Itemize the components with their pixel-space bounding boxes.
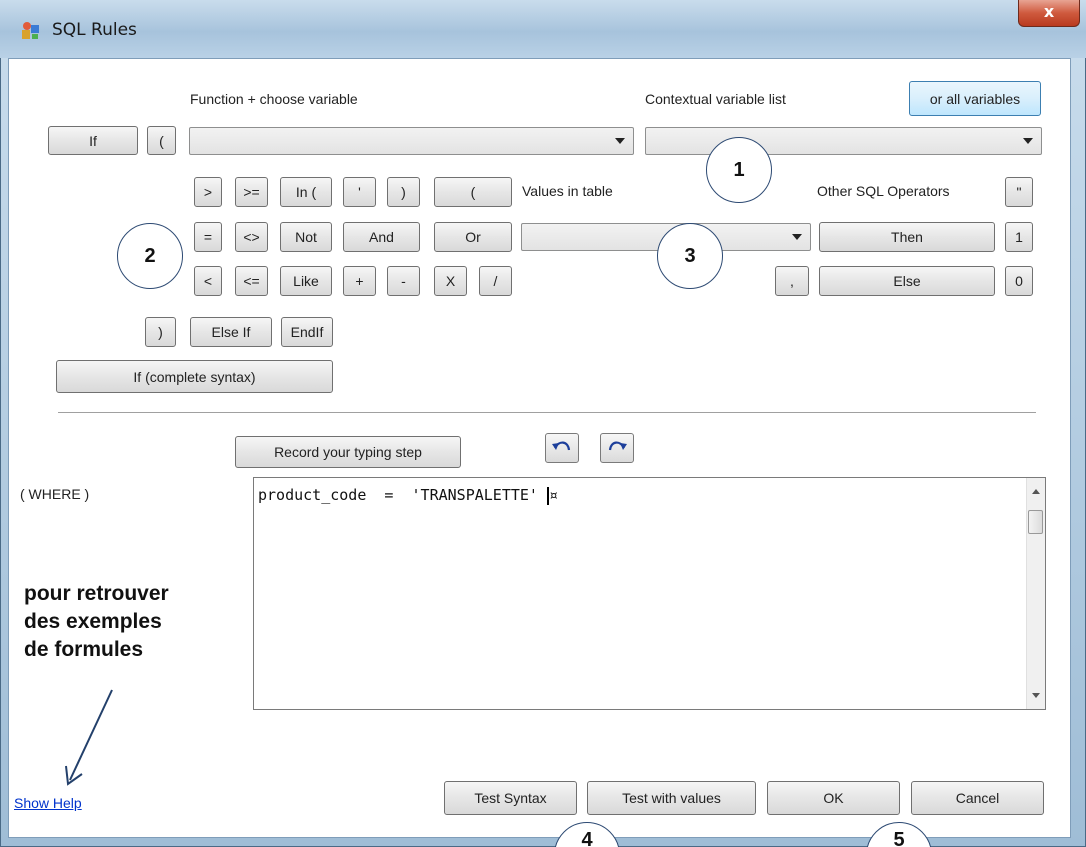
help-arrow <box>65 689 113 786</box>
callout-2: 2 <box>117 223 183 289</box>
test-syntax-button[interactable]: Test Syntax <box>444 781 577 815</box>
sql-rules-window: SQL Rules x Function + choose variable C… <box>0 0 1086 847</box>
show-help-link[interactable]: Show Help <box>14 795 82 811</box>
test-values-button[interactable]: Test with values <box>587 781 756 815</box>
cancel-button[interactable]: Cancel <box>911 781 1044 815</box>
ok-button[interactable]: OK <box>767 781 900 815</box>
callout-1: 1 <box>706 137 772 203</box>
callout-3: 3 <box>657 223 723 289</box>
